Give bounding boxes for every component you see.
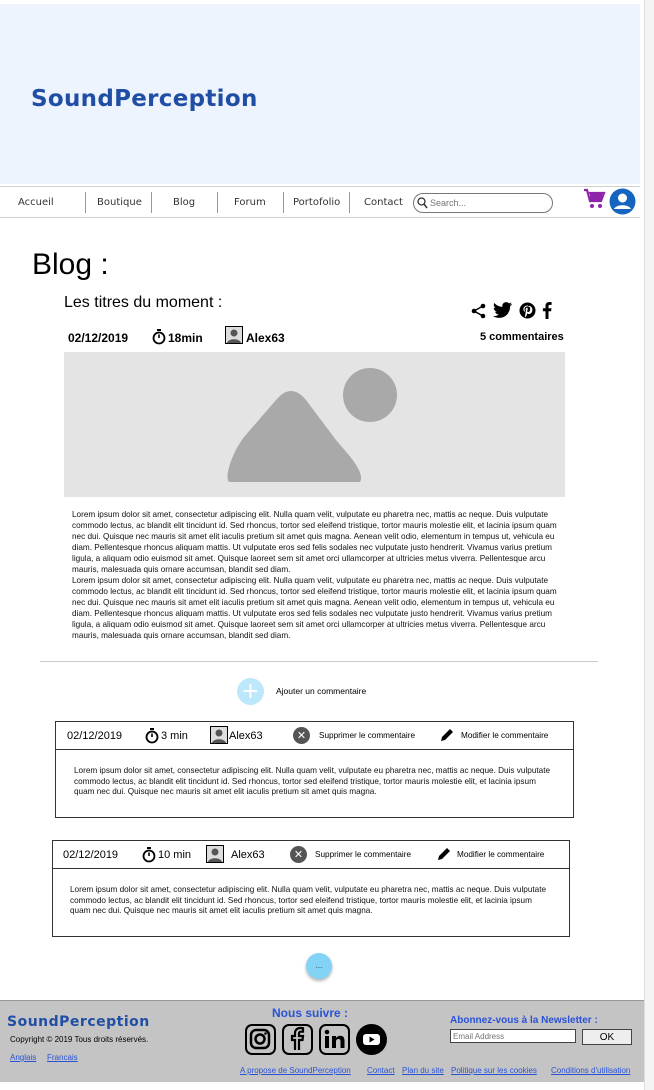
youtube-icon[interactable] [356,1024,387,1055]
footer-link-contact[interactable]: Contact [367,1066,395,1075]
linkedin-icon[interactable] [319,1024,350,1055]
facebook-icon[interactable] [542,302,552,319]
edit-comment-button[interactable]: Modifier le commentaire [461,731,548,740]
user-account-icon[interactable] [609,188,636,215]
pencil-icon[interactable] [440,728,454,742]
copyright: Copyright © 2019 Tous droits réservés. [10,1035,149,1044]
comment-date: 02/12/2019 [63,849,119,861]
nav-divider [151,192,152,213]
comment-date: 02/12/2019 [67,730,123,742]
pinterest-icon[interactable] [519,302,536,319]
load-more-button[interactable]: ... [306,953,332,979]
language-link-francais[interactable]: Francais [47,1053,78,1062]
close-icon[interactable]: ✕ [290,846,307,863]
comment-card: 02/12/2019 10 min Alex63 ✕ Supprimer le … [52,840,570,937]
post-read-time: 18min [168,331,203,345]
pencil-icon[interactable] [437,847,451,861]
twitter-icon[interactable] [493,302,513,319]
image-placeholder-icon [227,368,397,482]
section-divider [40,661,598,662]
window-scroll-edge [644,0,654,1090]
close-icon[interactable]: ✕ [293,727,310,744]
social-links [245,1024,387,1055]
comment-text: Lorem ipsum dolor sit amet, consectetur … [70,885,547,915]
comment-author[interactable]: Alex63 [231,849,265,861]
subscribe-button[interactable]: OK [582,1029,632,1045]
search-box[interactable] [413,193,553,213]
avatar-icon [225,326,243,344]
comment-card: 02/12/2019 3 min Alex63 ✕ Supprimer le c… [55,721,574,818]
comment-header: 02/12/2019 3 min Alex63 ✕ Supprimer le c… [56,722,573,750]
comment-count[interactable]: 5 commentaires [480,331,564,343]
facebook-icon[interactable] [282,1024,313,1055]
share-bar [471,302,552,319]
follow-title: Nous suivre : [272,1006,349,1020]
delete-comment-button[interactable]: Supprimer le commentaire [319,731,415,740]
timer-icon [142,847,156,863]
nav-item-blog[interactable]: Blog [173,197,195,208]
nav-item-accueil[interactable]: Accueil [18,197,54,208]
search-icon [417,197,428,209]
instagram-icon[interactable] [245,1024,276,1055]
email-field[interactable] [450,1029,576,1043]
post-date: 02/12/2019 [68,331,129,345]
comment-read-time: 3 min [161,730,188,742]
timer-icon [145,728,159,744]
newsletter-title: Abonnez-vous à la Newsletter : [450,1015,598,1026]
footer-link-terms[interactable]: Conditions d'utilisation [551,1066,630,1075]
comment-author[interactable]: Alex63 [229,730,263,742]
nav-item-portofolio[interactable]: Portofolio [293,197,340,208]
avatar-icon [206,845,224,863]
shopping-cart-icon[interactable] [583,188,607,212]
search-input[interactable] [430,196,548,210]
footer-logo[interactable]: SoundPerception [7,1014,150,1030]
add-comment-button[interactable]: + [237,678,264,705]
timer-icon [152,329,166,345]
post-paragraph: Lorem ipsum dolor sit amet, consectetur … [72,510,557,574]
section-title: Les titres du moment : [64,294,223,311]
edit-comment-button[interactable]: Modifier le commentaire [457,850,544,859]
footer-link-cookies[interactable]: Politique sur les cookies [451,1066,537,1075]
comment-read-time: 10 min [158,849,192,861]
delete-comment-button[interactable]: Supprimer le commentaire [315,850,411,859]
page-title: Blog : [32,248,109,281]
footer-link-sitemap[interactable]: Plan du site [402,1066,444,1075]
nav-item-boutique[interactable]: Boutique [97,197,142,208]
post-body: Lorem ipsum dolor sit amet, consectetur … [72,509,572,641]
site-logo[interactable]: SoundPerception [31,86,258,112]
post-author[interactable]: Alex63 [246,331,285,345]
nav-item-forum[interactable]: Forum [234,197,266,208]
nav-divider [85,192,86,213]
language-link-anglais[interactable]: Anglais [10,1053,36,1062]
nav-divider [283,192,284,213]
avatar-icon [210,726,228,744]
post-paragraph: Lorem ipsum dolor sit amet, consectetur … [72,576,557,640]
comment-header: 02/12/2019 10 min Alex63 ✕ Supprimer le … [53,841,569,869]
add-comment-label[interactable]: Ajouter un commentaire [276,686,366,696]
nav-divider [217,192,218,213]
nav-item-contact[interactable]: Contact [364,197,403,208]
share-icon[interactable] [471,303,487,319]
post-image-placeholder [64,352,565,497]
footer-link-about[interactable]: A propose de SoundPerception [240,1066,351,1075]
nav-divider [349,192,350,213]
comment-text: Lorem ipsum dolor sit amet, consectetur … [74,766,551,796]
main-nav: Accueil Boutique Blog Forum Portofolio C… [0,186,640,218]
